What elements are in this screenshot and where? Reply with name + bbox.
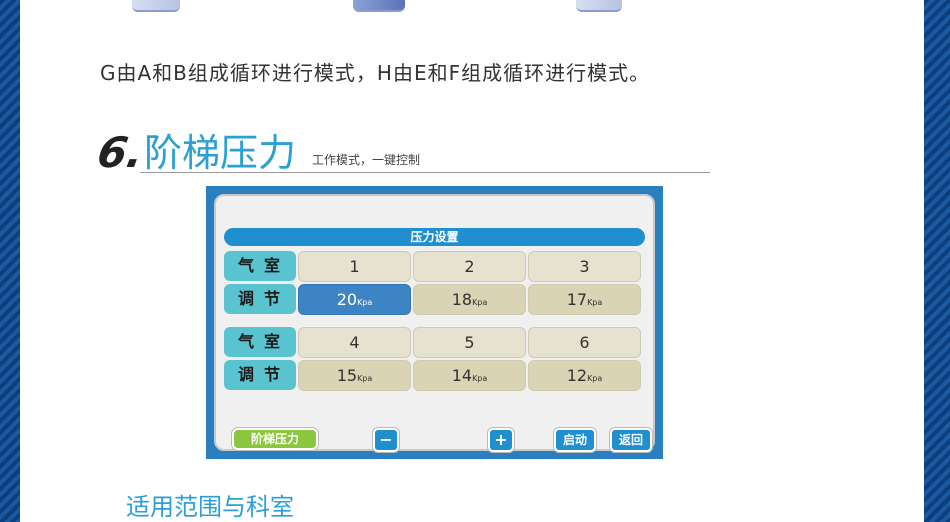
- chamber-cell[interactable]: 5: [413, 327, 526, 358]
- pressure-unit: Kpa: [587, 374, 603, 383]
- section-divider: [140, 172, 710, 173]
- adjust-row: 调节 20Kpa 18Kpa 17Kpa: [224, 283, 641, 316]
- pressure-unit: Kpa: [472, 298, 488, 307]
- section-number: 6.: [93, 128, 148, 177]
- pressure-value: 18: [451, 290, 473, 309]
- pressure-cell[interactable]: 14Kpa: [413, 360, 526, 391]
- pressure-value: 14: [451, 366, 473, 385]
- pressure-value: 15: [336, 366, 358, 385]
- chamber-cell[interactable]: 1: [298, 251, 411, 282]
- chamber-row: 气室 1 2 3: [224, 250, 641, 283]
- chamber-row: 气室 4 5 6: [224, 326, 641, 359]
- chamber-cell[interactable]: 2: [413, 251, 526, 282]
- chamber-cell[interactable]: 6: [528, 327, 641, 358]
- pressure-value: 12: [566, 366, 588, 385]
- right-border: [924, 0, 950, 522]
- pressure-unit: Kpa: [587, 298, 603, 307]
- mode-description: G由A和B组成循环进行模式，H由E和F组成循环进行模式。: [100, 61, 651, 85]
- pressure-value: 20: [336, 290, 358, 309]
- chamber-group-1: 气室 1 2 3 调节 20Kpa 18Kpa 17Kpa: [224, 250, 641, 316]
- scope-section-title: 适用范围与科室: [126, 493, 294, 521]
- increase-button[interactable]: +: [488, 428, 514, 452]
- pressure-cell[interactable]: 12Kpa: [528, 360, 641, 391]
- pressure-unit: Kpa: [472, 374, 488, 383]
- pressure-cell[interactable]: 15Kpa: [298, 360, 411, 391]
- section-subtitle: 工作模式，一键控制: [312, 153, 421, 167]
- back-button[interactable]: 返回: [610, 428, 652, 452]
- adjust-label: 调节: [224, 284, 296, 314]
- pressure-value: 17: [566, 290, 588, 309]
- leg-illustration: [576, 0, 622, 12]
- chamber-cell[interactable]: 3: [528, 251, 641, 282]
- step-pressure-mode-button[interactable]: 阶梯压力: [232, 428, 318, 450]
- adjust-label: 调节: [224, 360, 296, 390]
- chamber-cell[interactable]: 4: [298, 327, 411, 358]
- pressure-settings-header: 压力设置: [224, 228, 645, 246]
- chamber-label: 气室: [224, 251, 296, 281]
- pressure-cell[interactable]: 17Kpa: [528, 284, 641, 315]
- chamber-label: 气室: [224, 327, 296, 357]
- pressure-unit: Kpa: [357, 374, 373, 383]
- adjust-row: 调节 15Kpa 14Kpa 12Kpa: [224, 359, 641, 392]
- content-page: G由A和B组成循环进行模式，H由E和F组成循环进行模式。 6. 阶梯压力 工作模…: [20, 0, 924, 522]
- chamber-group-2: 气室 4 5 6 调节 15Kpa 14Kpa 12Kpa: [224, 326, 641, 392]
- pressure-unit: Kpa: [357, 298, 373, 307]
- section-title: 阶梯压力: [144, 131, 297, 175]
- screen-panel: 压力设置 气室 1 2 3 调节 20Kpa 18Kpa 17Kpa 气室 4 …: [214, 194, 655, 452]
- pressure-cell-selected[interactable]: 20Kpa: [298, 284, 411, 315]
- start-button[interactable]: 启动: [554, 428, 596, 452]
- leg-illustration: [353, 0, 405, 12]
- decrease-button[interactable]: −: [373, 428, 399, 452]
- device-screen: 压力设置 气室 1 2 3 调节 20Kpa 18Kpa 17Kpa 气室 4 …: [206, 186, 663, 459]
- leg-illustration: [132, 0, 180, 12]
- pressure-cell[interactable]: 18Kpa: [413, 284, 526, 315]
- left-border: [0, 0, 20, 522]
